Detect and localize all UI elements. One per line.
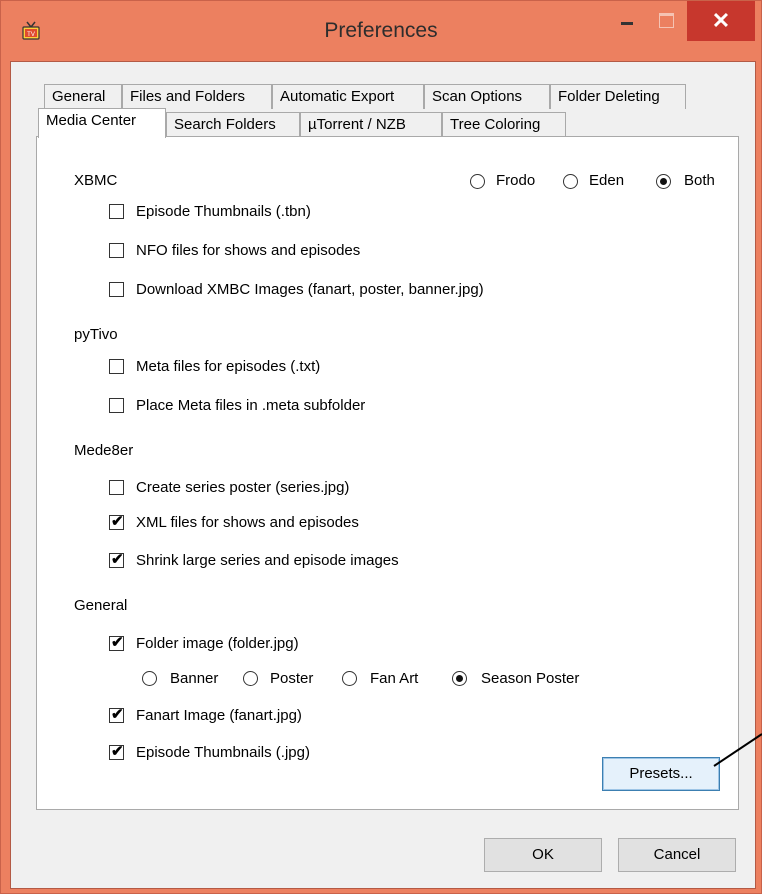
- checkbox-fanart-image[interactable]: ✔: [109, 706, 124, 723]
- window-title: Preferences: [324, 19, 438, 42]
- tab-tree-coloring[interactable]: Tree Coloring: [442, 112, 566, 137]
- minimize-icon: [621, 21, 633, 25]
- tab-scan-options[interactable]: Scan Options: [424, 84, 550, 109]
- radio-fan-art-label[interactable]: Fan Art: [370, 670, 418, 687]
- radio-poster-label[interactable]: Poster: [270, 670, 313, 687]
- title-bar[interactable]: TV Preferences ✕: [1, 1, 761, 61]
- checkbox-episode-thumbnails-jpg-label[interactable]: Episode Thumbnails (.jpg): [136, 744, 310, 761]
- close-icon: ✕: [711, 8, 731, 33]
- annotation-line: [713, 733, 762, 767]
- radio-frodo-label[interactable]: Frodo: [496, 172, 535, 189]
- radio-selected-dot: [660, 178, 667, 185]
- radio-both[interactable]: [656, 174, 671, 189]
- checkbox-nfo-files[interactable]: [109, 243, 124, 258]
- maximize-icon: [658, 12, 674, 28]
- checkbox-folder-image-label[interactable]: Folder image (folder.jpg): [136, 635, 299, 652]
- radio-banner-label[interactable]: Banner: [170, 670, 218, 687]
- checkbox-folder-image[interactable]: ✔: [109, 634, 124, 651]
- checkbox-meta-subfolder-label[interactable]: Place Meta files in .meta subfolder: [136, 397, 365, 414]
- close-button[interactable]: ✕: [687, 1, 755, 41]
- check-mark-icon: ✔: [111, 706, 124, 723]
- checkbox-series-poster-label[interactable]: Create series poster (series.jpg): [136, 479, 349, 496]
- checkbox-episode-thumbnails-tbn-label[interactable]: Episode Thumbnails (.tbn): [136, 203, 311, 220]
- radio-frodo[interactable]: [470, 174, 485, 189]
- general-heading: General: [74, 597, 128, 614]
- checkbox-download-xmbc-images[interactable]: [109, 282, 124, 297]
- cancel-button[interactable]: Cancel: [618, 838, 736, 872]
- checkbox-download-xmbc-images-label[interactable]: Download XMBC Images (fanart, poster, ba…: [136, 281, 484, 298]
- radio-banner[interactable]: [142, 671, 157, 686]
- checkbox-meta-subfolder[interactable]: [109, 398, 124, 413]
- checkbox-series-poster[interactable]: [109, 480, 124, 495]
- radio-poster[interactable]: [243, 671, 258, 686]
- tab-automatic-export[interactable]: Automatic Export: [272, 84, 424, 109]
- tab-general[interactable]: General: [44, 84, 122, 109]
- radio-eden[interactable]: [563, 174, 578, 189]
- checkbox-fanart-image-label[interactable]: Fanart Image (fanart.jpg): [136, 707, 302, 724]
- radio-fan-art[interactable]: [342, 671, 357, 686]
- radio-selected-dot: [456, 675, 463, 682]
- check-mark-icon: ✔: [111, 513, 124, 530]
- check-mark-icon: ✔: [111, 743, 124, 760]
- radio-both-label[interactable]: Both: [684, 172, 715, 189]
- checkbox-nfo-files-label[interactable]: NFO files for shows and episodes: [136, 242, 360, 259]
- checkbox-episode-thumbnails-jpg[interactable]: ✔: [109, 743, 124, 760]
- tab-files-and-folders[interactable]: Files and Folders: [122, 84, 272, 109]
- checkbox-meta-files[interactable]: [109, 359, 124, 374]
- checkbox-meta-files-label[interactable]: Meta files for episodes (.txt): [136, 358, 320, 375]
- checkbox-shrink-images-label[interactable]: Shrink large series and episode images: [136, 552, 399, 569]
- tab-search-folders[interactable]: Search Folders: [166, 112, 300, 137]
- check-mark-icon: ✔: [111, 551, 124, 568]
- radio-season-poster-label[interactable]: Season Poster: [481, 670, 579, 687]
- xbmc-heading: XBMC: [74, 172, 118, 189]
- radio-season-poster[interactable]: [452, 671, 467, 686]
- check-mark-icon: ✔: [111, 634, 124, 651]
- maximize-button[interactable]: [651, 1, 681, 39]
- checkbox-xml-files-label[interactable]: XML files for shows and episodes: [136, 514, 359, 531]
- checkbox-xml-files[interactable]: ✔: [109, 513, 124, 530]
- tab-media-center[interactable]: Media Center: [38, 108, 166, 138]
- mede8er-heading: Mede8er: [74, 442, 134, 459]
- radio-eden-label[interactable]: Eden: [589, 172, 624, 189]
- checkbox-episode-thumbnails-tbn[interactable]: [109, 204, 124, 219]
- tab-folder-deleting[interactable]: Folder Deleting: [550, 84, 686, 109]
- pytivo-heading: pyTivo: [74, 326, 118, 343]
- checkbox-shrink-images[interactable]: ✔: [109, 551, 124, 568]
- ok-button[interactable]: OK: [484, 838, 602, 872]
- minimize-button[interactable]: [609, 1, 645, 39]
- tab-utorrent-nzb[interactable]: µTorrent / NZB: [300, 112, 442, 137]
